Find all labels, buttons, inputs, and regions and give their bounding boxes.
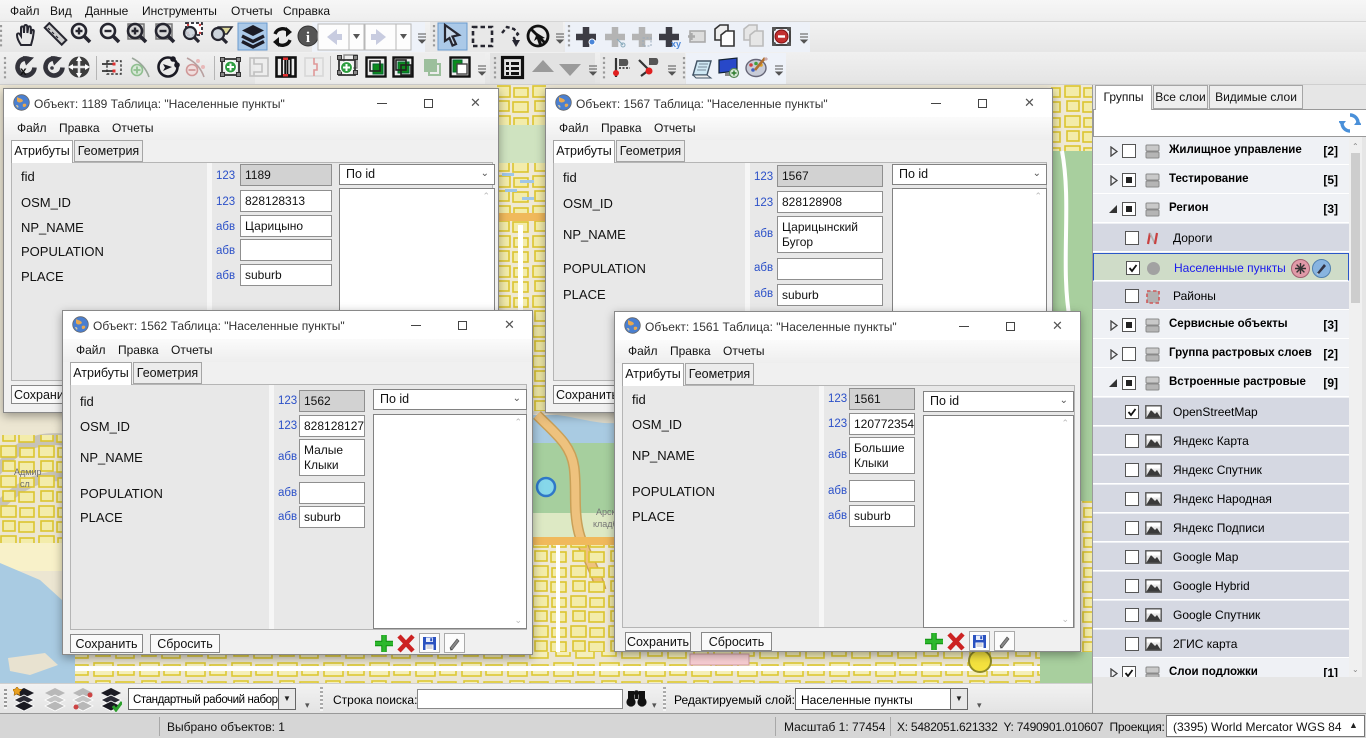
- svg-text:xy: xy: [671, 39, 681, 49]
- svg-text:сл: сл: [20, 479, 30, 489]
- svg-text:x: x: [20, 64, 27, 78]
- svg-text:i: i: [306, 30, 310, 46]
- svg-text:Арск: Арск: [596, 507, 616, 517]
- svg-text:Адмир: Адмир: [14, 467, 41, 477]
